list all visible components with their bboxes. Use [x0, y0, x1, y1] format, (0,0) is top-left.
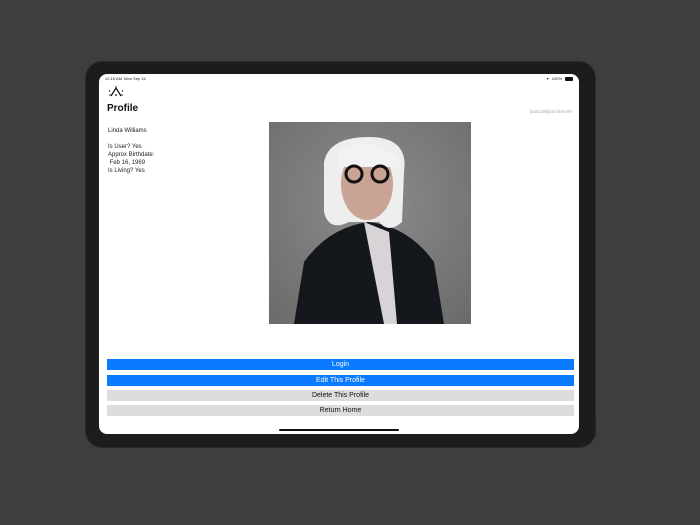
is-user: Is User? Yes: [108, 144, 142, 150]
status-bar: 12:15 AM Mon Sep 16 ▾ 100%: [105, 76, 573, 81]
birthdate-label: Approx Birthdate:: [108, 152, 155, 158]
login-button[interactable]: Login: [107, 359, 574, 370]
home-indicator[interactable]: [279, 429, 399, 431]
status-date: Mon Sep 16: [124, 76, 146, 81]
app-logo-icon[interactable]: [108, 86, 124, 98]
profile-photo: [269, 122, 471, 324]
page-title: Profile: [107, 103, 139, 114]
profile-info: Linda Williams Is User? Yes Approx Birth…: [108, 127, 154, 175]
is-living: Is Living? Yes: [108, 168, 145, 174]
edit-profile-button[interactable]: Edit This Profile: [107, 375, 574, 386]
battery-icon: [565, 76, 573, 81]
delete-profile-button[interactable]: Delete This Profile: [107, 390, 574, 401]
battery-percent: 100%: [551, 76, 562, 81]
side-button: [594, 418, 596, 436]
wifi-icon: ▾: [546, 76, 549, 81]
status-time: 12:15 AM: [105, 76, 122, 81]
birthdate-value: Feb 16, 1969: [108, 160, 146, 166]
account-email: ipad129@archive.life: [529, 109, 572, 114]
app-screen: 12:15 AM Mon Sep 16 ▾ 100% Profile ipad12…: [99, 74, 579, 434]
profile-name: Linda Williams: [108, 128, 147, 134]
return-home-button[interactable]: Return Home: [107, 405, 574, 416]
